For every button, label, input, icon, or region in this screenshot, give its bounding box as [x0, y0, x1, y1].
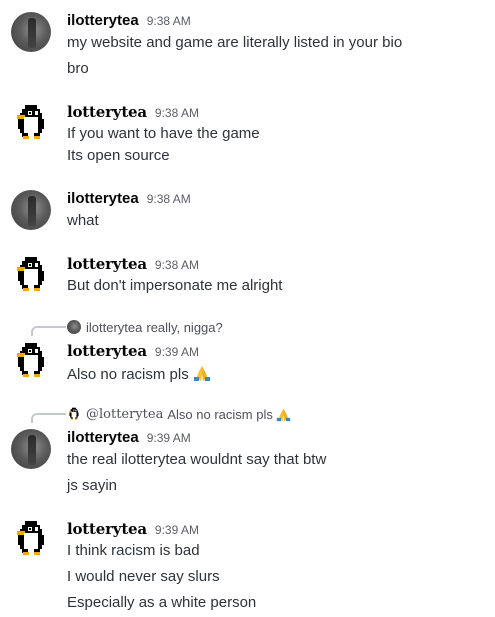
message-text: Its open source [67, 147, 170, 164]
timestamp: 9:38 AM [154, 106, 199, 120]
profile-photo-avatar-icon [28, 196, 36, 226]
message-text: I would never say slurs [67, 568, 220, 585]
message-text: Especially as a white person [67, 594, 257, 611]
username[interactable]: ilotterytea [67, 190, 139, 207]
message-text: If you want to have the game [67, 125, 260, 142]
avatar[interactable] [11, 429, 51, 469]
message-text: my website and game are literally listed… [67, 34, 403, 51]
reply-preview[interactable]: ilotterytea really, nigga? [67, 319, 223, 335]
timestamp: 9:39 AM [146, 431, 191, 445]
message-text-content: Also no racism pls [67, 366, 189, 383]
pixel-penguin-avatar-icon[interactable] [11, 519, 51, 559]
pixel-penguin-avatar-icon[interactable] [11, 103, 51, 143]
folded-hands-emoji-icon [276, 408, 291, 421]
timestamp: 9:39 AM [154, 345, 199, 359]
profile-photo-avatar-icon [28, 18, 36, 48]
message-text: Also no racism pls [67, 364, 211, 383]
avatar[interactable] [11, 12, 51, 52]
username[interactable]: ilotterytea [67, 429, 139, 446]
reply-text: really, nigga? [146, 319, 223, 335]
timestamp: 9:38 AM [146, 14, 191, 28]
message-text: js sayin [67, 477, 118, 494]
timestamp: 9:38 AM [146, 192, 191, 206]
folded-hands-emoji-icon [193, 366, 210, 381]
pixel-penguin-avatar-icon[interactable] [11, 255, 51, 295]
avatar[interactable] [11, 190, 51, 230]
message-text: the real ilotterytea wouldnt say that bt… [67, 451, 327, 468]
message-text: I think racism is bad [67, 542, 200, 559]
message-text: bro [67, 60, 89, 77]
reply-spine [31, 326, 66, 336]
message-text: But don't impersonate me alright [67, 277, 283, 294]
username[interactable]: lotterytea [67, 342, 147, 360]
reply-preview[interactable]: @lotterytea Also no racism pls [67, 406, 291, 422]
username[interactable]: lotterytea [67, 255, 147, 273]
reply-avatar-penguin-icon [69, 407, 79, 420]
profile-photo-avatar-icon [28, 435, 36, 465]
reply-spine [31, 413, 66, 423]
timestamp: 9:39 AM [154, 523, 199, 537]
reply-avatar-icon [67, 320, 81, 334]
timestamp: 9:38 AM [154, 258, 199, 272]
reply-text: Also no racism pls [167, 406, 273, 422]
username[interactable]: lotterytea [67, 103, 147, 121]
pixel-penguin-avatar-icon[interactable] [11, 341, 51, 381]
reply-author[interactable]: @lotterytea [86, 407, 163, 422]
username[interactable]: lotterytea [67, 520, 147, 538]
reply-author[interactable]: ilotterytea [86, 320, 142, 335]
username[interactable]: ilotterytea [67, 12, 139, 29]
message-text: what [67, 212, 99, 229]
